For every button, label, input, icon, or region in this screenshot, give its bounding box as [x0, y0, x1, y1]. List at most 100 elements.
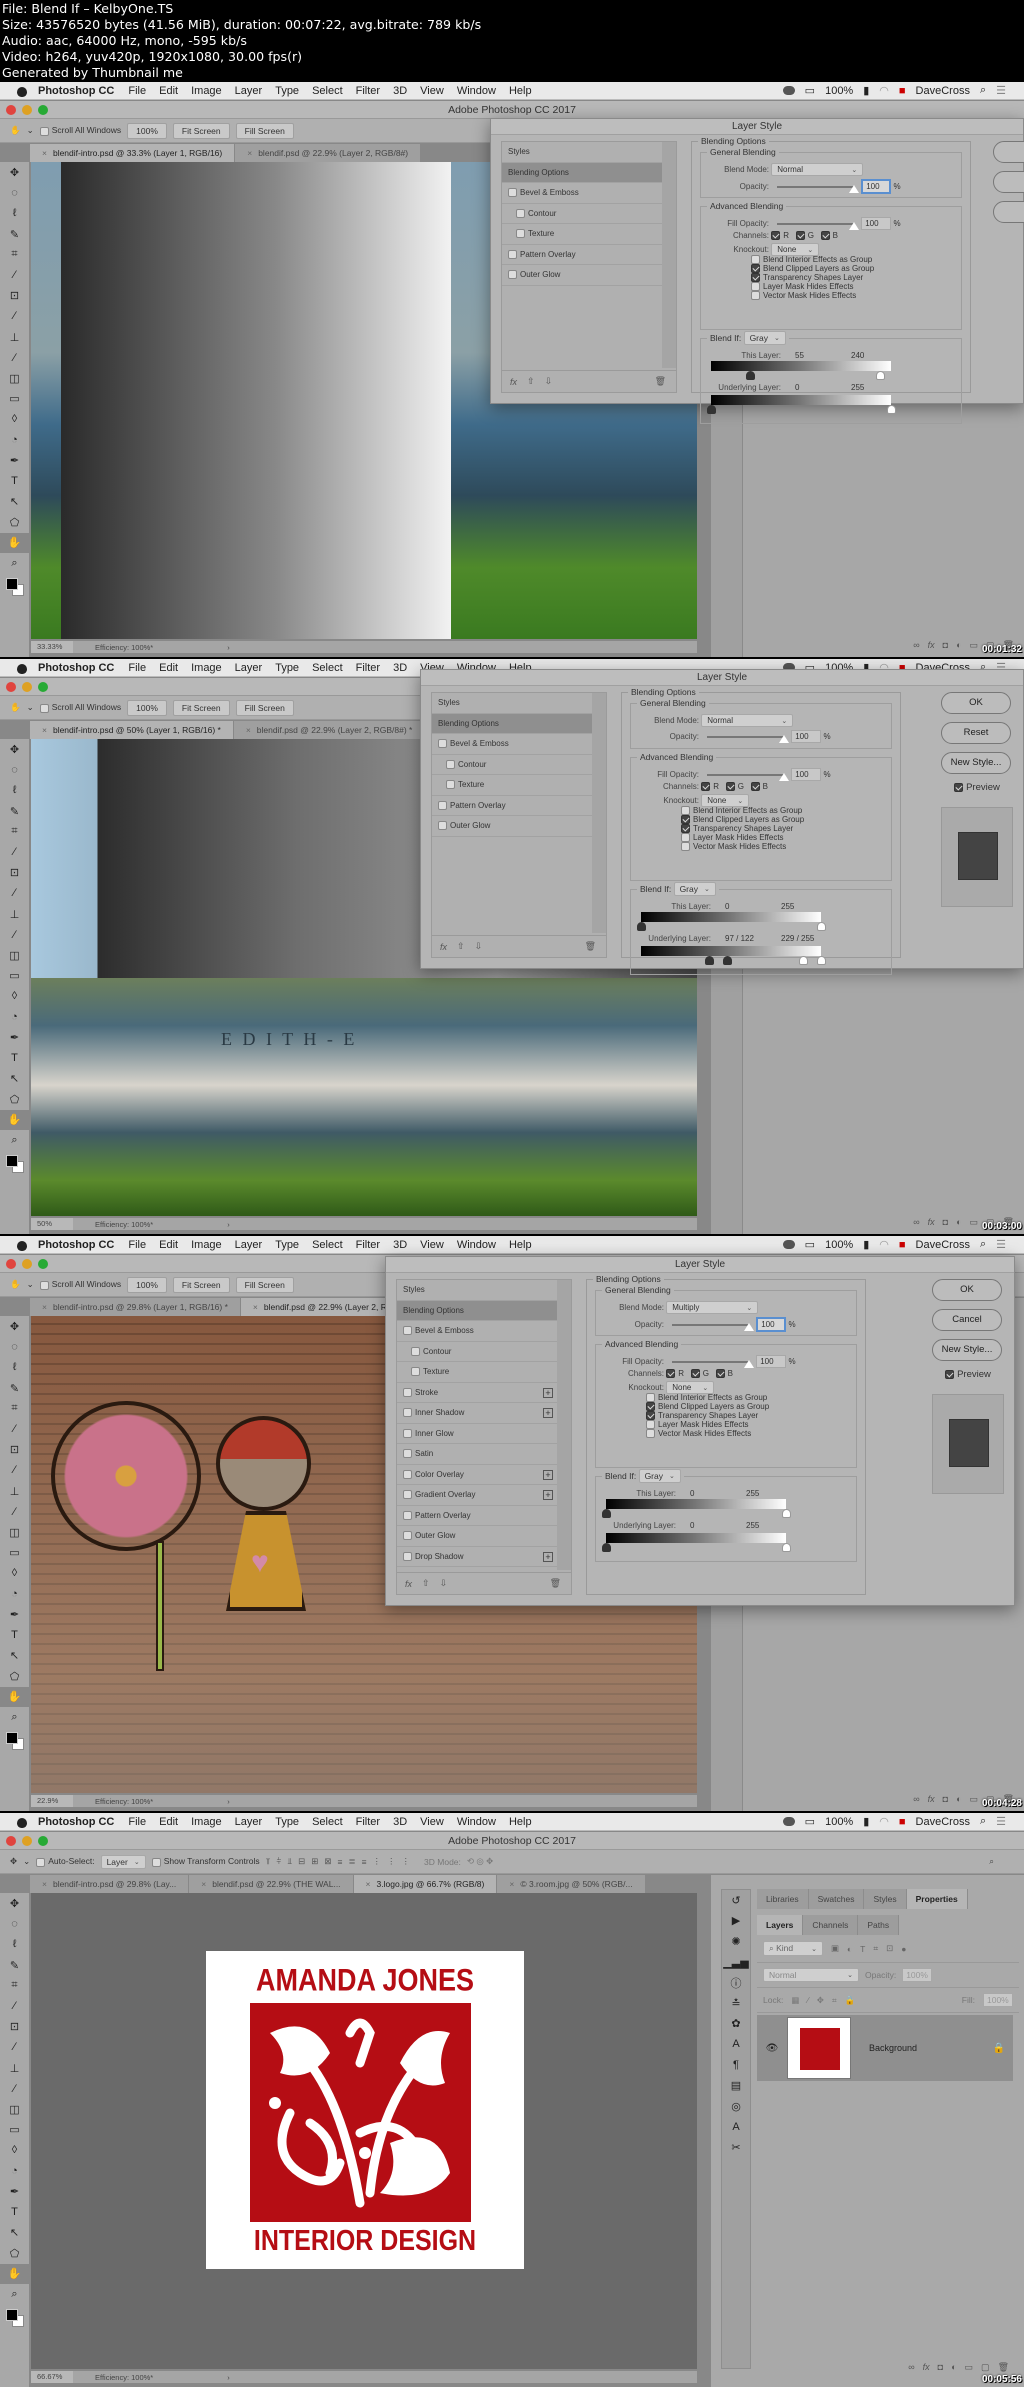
apple-icon[interactable]	[16, 1816, 28, 1828]
new-group-icon[interactable]: ▭	[965, 2362, 974, 2373]
move-tool-icon[interactable]: ✥	[0, 739, 29, 760]
chevron-down-icon[interactable]: ⌄	[27, 702, 34, 713]
panel-tab-layers[interactable]: Layers	[757, 1915, 804, 1935]
zoom-window-button[interactable]	[38, 1836, 48, 1846]
eyedropper-tool-icon[interactable]: ⁄	[0, 1419, 29, 1440]
style-item[interactable]: Outer Glow	[432, 816, 592, 837]
move-tool-icon[interactable]: ✥	[0, 162, 29, 183]
path-select-tool-icon[interactable]: ↖	[0, 2223, 29, 2244]
advanced-option-checkbox[interactable]: Transparency Shapes Layer	[751, 273, 863, 282]
type-tool-icon[interactable]: T	[0, 1625, 29, 1646]
gradient-tool-icon[interactable]: ▭	[0, 966, 29, 987]
close-tab-icon[interactable]: ×	[366, 1879, 371, 1889]
history-icon[interactable]: ↺	[722, 1890, 750, 1911]
list-icon[interactable]: ☰	[996, 84, 1006, 97]
menu-window[interactable]: Window	[457, 1239, 496, 1251]
menu-help[interactable]: Help	[509, 1239, 532, 1251]
flag-icon[interactable]: ■	[899, 85, 906, 97]
style-item[interactable]: Bevel & Emboss	[502, 183, 662, 204]
crop-tool-icon[interactable]: ⌗	[0, 1975, 29, 1996]
advanced-option-checkbox[interactable]: Layer Mask Hides Effects	[751, 282, 854, 291]
app-menu[interactable]: Photoshop CC	[38, 1816, 114, 1828]
new-layer-icon[interactable]: ▢	[981, 2362, 990, 2373]
style-item[interactable]: Satin	[397, 1444, 557, 1465]
wifi-icon[interactable]: ◠	[879, 1238, 889, 1251]
layer-comps-icon[interactable]: ▤	[722, 2075, 750, 2096]
stamp-tool-icon[interactable]: ⊥	[0, 327, 29, 348]
airplay-icon[interactable]: ▭	[805, 1815, 815, 1828]
channel-g-checkbox[interactable]: G	[795, 231, 814, 241]
add-mask-icon[interactable]: ◘	[938, 2362, 943, 2373]
pen-tool-icon[interactable]: ✒	[0, 450, 29, 471]
fill-opacity-input[interactable]: 100	[756, 1355, 787, 1368]
minimize-window-button[interactable]	[22, 682, 32, 692]
blur-tool-icon[interactable]: ◊	[0, 409, 29, 430]
channel-b-checkbox[interactable]: B	[750, 782, 768, 792]
opacity-slider[interactable]	[672, 1322, 755, 1331]
fill-screen-button[interactable]: Fill Screen	[235, 122, 294, 139]
ok-button[interactable]: OK	[932, 1279, 1002, 1301]
menu-type[interactable]: Type	[275, 1816, 299, 1828]
eyedropper-tool-icon[interactable]: ⁄	[0, 842, 29, 863]
blend-mode-dropdown[interactable]: Multiply ⌄	[666, 1301, 759, 1314]
menu-type[interactable]: Type	[275, 1239, 299, 1251]
close-window-button[interactable]	[6, 105, 16, 115]
zoom-tool-icon[interactable]: ⌕	[0, 553, 29, 574]
search-icon[interactable]: ⌕	[980, 1815, 986, 1828]
advanced-option-checkbox[interactable]: Vector Mask Hides Effects	[751, 291, 856, 300]
menu-select[interactable]: Select	[312, 85, 343, 97]
app-menu[interactable]: Photoshop CC	[38, 85, 114, 97]
close-tab-icon[interactable]: ×	[246, 725, 251, 735]
zoom-level[interactable]: 33.33%	[31, 641, 73, 653]
style-checkbox[interactable]	[403, 1551, 412, 1561]
menu-select[interactable]: Select	[312, 1816, 343, 1828]
foreground-color[interactable]	[6, 1731, 18, 1744]
eraser-tool-icon[interactable]: ◫	[0, 368, 29, 389]
style-checkbox[interactable]	[403, 1428, 412, 1438]
underlying-layer-slider-knob[interactable]	[707, 405, 716, 414]
shape-tool-icon[interactable]: ⬠	[0, 2243, 29, 2264]
eyedropper-tool-icon[interactable]: ⁄	[0, 1996, 29, 2017]
style-checkbox[interactable]	[508, 249, 517, 259]
brush-presets-icon[interactable]: ✿	[722, 2014, 750, 2035]
adjustment-layer-icon[interactable]: ◐	[956, 640, 961, 651]
menu-file[interactable]: File	[128, 1239, 146, 1251]
adjustment-layer-icon[interactable]: ◐	[956, 1794, 961, 1805]
style-checkbox[interactable]	[403, 1510, 412, 1520]
reset-button[interactable]: Reset	[941, 722, 1011, 744]
style-checkbox[interactable]	[508, 188, 517, 198]
auto-select-checkbox[interactable]: Auto-Select:	[36, 1856, 95, 1867]
chevron-down-icon[interactable]: ⌄	[27, 1279, 34, 1290]
align-icon[interactable]: ⋮	[373, 1856, 382, 1867]
hand-tool-icon[interactable]: ✋	[10, 125, 21, 136]
this-layer-slider-knob[interactable]	[876, 371, 886, 380]
path-select-tool-icon[interactable]: ↖	[0, 492, 29, 513]
move-down-icon[interactable]: ⇩	[440, 1578, 448, 1589]
advanced-option-checkbox[interactable]: Layer Mask Hides Effects	[646, 1420, 749, 1429]
menu-edit[interactable]: Edit	[159, 1816, 178, 1828]
panel-tab-libraries[interactable]: Libraries	[757, 1889, 809, 1909]
type-filter-icon[interactable]: T	[860, 1944, 865, 1954]
close-tab-icon[interactable]: ×	[201, 1879, 206, 1889]
menu-edit[interactable]: Edit	[159, 85, 178, 97]
trash-icon[interactable]: 🗑	[998, 2362, 1009, 2373]
gradient-tool-icon[interactable]: ▭	[0, 1543, 29, 1564]
blend-if-channel-dropdown[interactable]: Gray ⌄	[743, 331, 786, 345]
document-tab[interactable]: × blendif-intro.psd @ 29.8% (Lay...	[30, 1875, 190, 1893]
this-layer-slider-knob[interactable]	[817, 922, 826, 931]
style-checkbox[interactable]	[403, 1490, 412, 1500]
auto-select-target-dropdown[interactable]: Layer ⌄	[100, 1854, 146, 1869]
brush-tool-icon[interactable]: ∕	[0, 1460, 29, 1481]
this-layer-slider-knob[interactable]	[745, 371, 755, 380]
underlying-layer-slider-knob[interactable]	[723, 956, 733, 965]
advanced-option-checkbox[interactable]: Vector Mask Hides Effects	[681, 842, 786, 851]
styles-header[interactable]: Styles	[432, 693, 592, 714]
advanced-option-checkbox[interactable]: Blend Interior Effects as Group	[681, 806, 802, 815]
opacity-input[interactable]: 100	[861, 179, 892, 194]
airplay-icon[interactable]: ▭	[805, 1238, 815, 1251]
menu-file[interactable]: File	[128, 662, 146, 674]
fx-icon[interactable]: fx	[928, 640, 935, 651]
style-checkbox[interactable]	[403, 1326, 412, 1336]
user-name[interactable]: DaveCross	[916, 85, 970, 97]
styles-scrollbar[interactable]	[592, 693, 606, 933]
